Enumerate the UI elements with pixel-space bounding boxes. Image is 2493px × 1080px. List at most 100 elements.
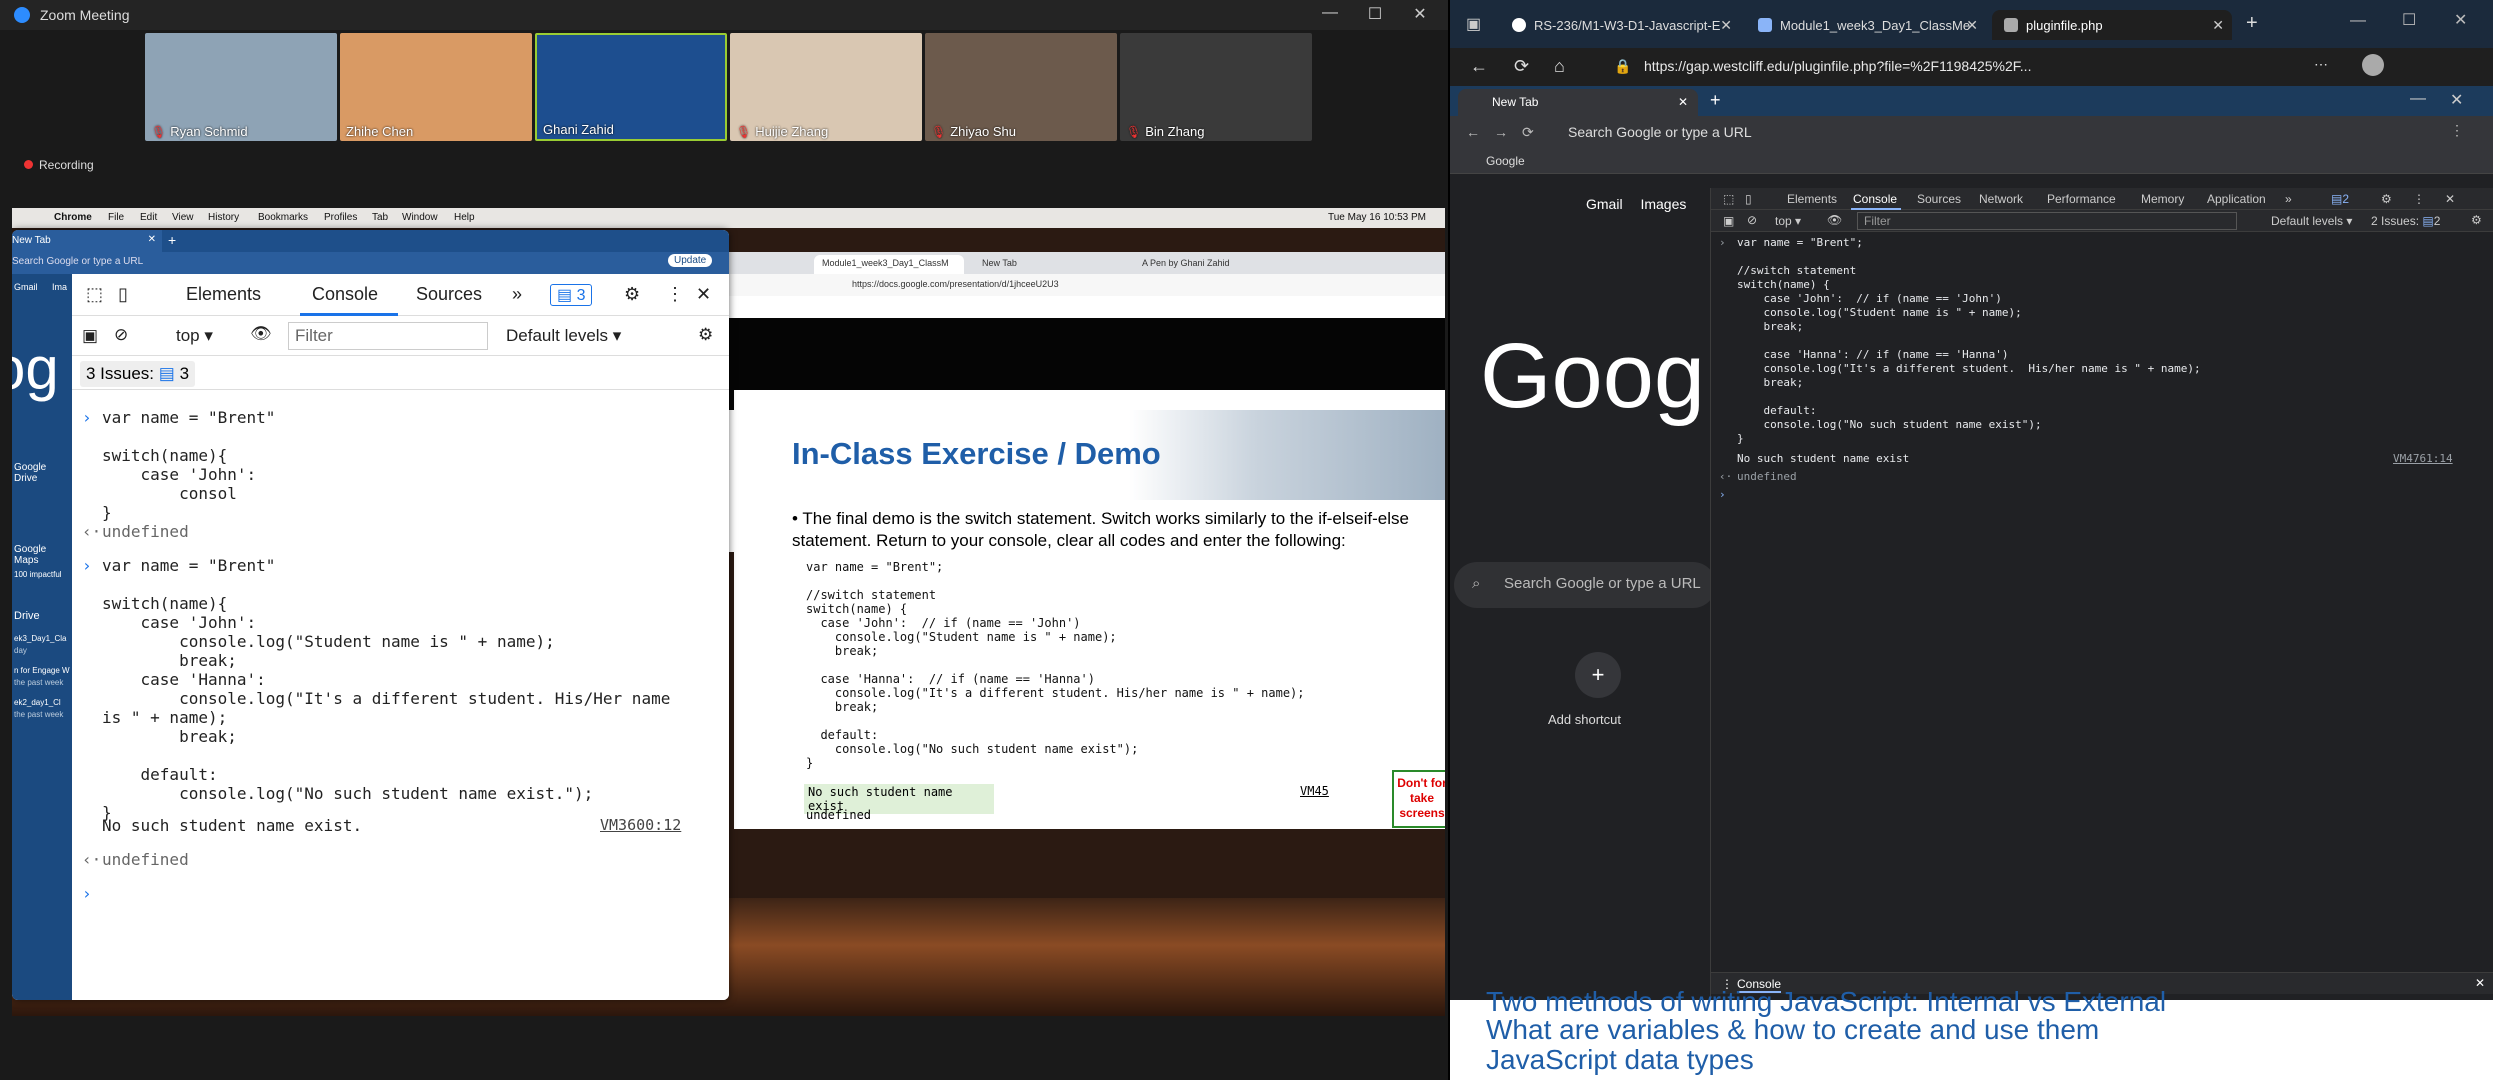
reload-icon[interactable]: ⟳ <box>1522 124 1534 141</box>
back-icon[interactable]: ← <box>1470 56 1488 77</box>
minimize-button[interactable]: — <box>2410 90 2426 108</box>
shortcut-drive[interactable]: Google Drive <box>14 462 72 484</box>
close-button[interactable]: ✕ <box>1400 4 1440 24</box>
reload-icon[interactable]: ⟳ <box>1514 56 1529 77</box>
close-icon[interactable]: ✕ <box>1678 95 1688 109</box>
forward-icon[interactable]: → <box>1494 124 1508 140</box>
new-tab-icon[interactable]: + <box>1710 90 1721 111</box>
tab-performance[interactable]: Performance <box>2047 192 2116 206</box>
settings-gear-icon[interactable]: ⚙ <box>2381 192 2392 206</box>
participant-tile[interactable]: 🎙 Ryan Schmid <box>145 33 337 141</box>
levels-select[interactable]: Default levels ▾ <box>2271 214 2352 228</box>
menu-item[interactable]: Chrome <box>54 212 92 223</box>
device-toggle-icon[interactable]: ▯ <box>1745 192 1752 206</box>
menu-item[interactable]: Window <box>402 212 438 223</box>
console-log-source[interactable]: VM4761:14 <box>2393 452 2453 466</box>
menu-item[interactable]: Help <box>454 212 475 223</box>
console-settings-icon[interactable]: ⚙ <box>698 325 713 345</box>
tab-new-tab[interactable]: New Tab ✕ <box>1458 89 1698 116</box>
levels-select[interactable]: Default levels ▾ <box>506 326 621 346</box>
menu-item[interactable]: Edit <box>140 212 157 223</box>
menu-item[interactable]: Profiles <box>324 212 357 223</box>
menu-item[interactable]: Tab <box>372 212 388 223</box>
back-icon[interactable]: ← <box>1466 124 1480 140</box>
shortcut-maps[interactable]: Google Maps <box>14 544 72 566</box>
eye-icon[interactable]: 👁 <box>1827 213 1842 227</box>
minimize-button[interactable]: — <box>1310 4 1350 22</box>
eye-icon[interactable]: 👁 <box>250 324 272 344</box>
link-images[interactable]: Ima <box>52 282 67 292</box>
context-select[interactable]: top ▾ <box>1775 214 1801 228</box>
console-output[interactable]: › var name = "Brent"; //switch statement… <box>1711 232 2493 972</box>
issues-badge[interactable]: ▤2 <box>2331 192 2349 206</box>
close-window-button[interactable]: ✕ <box>2454 10 2467 30</box>
console-prompt[interactable]: › <box>82 884 92 903</box>
settings-gear-icon[interactable]: ⚙ <box>624 284 640 305</box>
console-log-source[interactable]: VM3600:12 <box>600 816 681 835</box>
close-icon[interactable]: ✕ <box>148 234 156 245</box>
filter-input[interactable]: Filter <box>288 322 488 350</box>
link-gmail[interactable]: Gmail <box>1586 196 1623 212</box>
tab-console[interactable]: Console <box>1853 192 1897 206</box>
sidebar-toggle-icon[interactable]: ▣ <box>82 326 98 346</box>
home-icon[interactable]: ⌂ <box>1554 56 1565 77</box>
new-tab-icon[interactable]: + <box>168 232 176 248</box>
participant-tile[interactable]: 🎙 Zhiyao Shu <box>925 33 1117 141</box>
more-options-icon[interactable]: ⋮ <box>2450 122 2464 139</box>
issues-badge[interactable]: ▤ 3 <box>550 284 593 306</box>
address-bar[interactable]: https://docs.google.com/presentation/d/1… <box>712 274 1445 296</box>
tab-github[interactable]: RS-236/M1-W3-D1-Javascript-E ✕ <box>1500 10 1740 40</box>
tab-elements[interactable]: Elements <box>186 284 261 305</box>
bookmark-google[interactable]: Google <box>1486 154 1525 168</box>
address-bar[interactable]: Search Google or type a URL <box>1568 124 1752 140</box>
more-tabs-icon[interactable]: » <box>2285 192 2292 206</box>
close-icon[interactable]: ✕ <box>1720 17 1732 34</box>
close-icon[interactable]: ✕ <box>2212 17 2224 34</box>
close-devtools-icon[interactable]: ✕ <box>2445 192 2455 206</box>
participant-tile[interactable]: 🎙 Bin Zhang <box>1120 33 1312 141</box>
device-toggle-icon[interactable]: ▯ <box>118 284 128 305</box>
tab-network[interactable]: Network <box>1979 192 2023 206</box>
tab-console[interactable]: Console <box>312 284 378 305</box>
sidebar-toggle-icon[interactable]: ▣ <box>1723 214 1734 228</box>
drive-file[interactable]: n for Engage W <box>14 666 70 675</box>
maximize-button[interactable]: ☐ <box>2402 10 2416 30</box>
more-options-icon[interactable]: ⋯ <box>2314 56 2328 73</box>
tab-pen[interactable]: A Pen by Ghani Zahid <box>1134 255 1284 274</box>
clear-console-icon[interactable]: ⊘ <box>1747 213 1757 227</box>
filter-input[interactable]: Filter <box>1857 212 2237 230</box>
more-tabs-icon[interactable]: » <box>512 284 522 305</box>
participant-tile[interactable]: 🎙 Huijie Zhang <box>730 33 922 141</box>
close-devtools-icon[interactable]: ✕ <box>696 284 711 305</box>
drive-file[interactable]: ek3_Day1_Cla <box>14 634 66 643</box>
context-select[interactable]: top ▾ <box>176 326 213 346</box>
drive-file[interactable]: ek2_day1_Cl <box>14 698 61 707</box>
participant-tile[interactable]: Zhihe Chen <box>340 33 532 141</box>
clear-console-icon[interactable]: ⊘ <box>114 325 128 345</box>
tab-module[interactable]: Module1_week3_Day1_ClassMe ✕ <box>1746 10 1986 40</box>
link-gmail[interactable]: Gmail <box>14 282 38 292</box>
console-settings-icon[interactable]: ⚙ <box>2471 213 2482 227</box>
tab-pluginfile[interactable]: pluginfile.php ✕ <box>1992 10 2232 40</box>
tab-sources[interactable]: Sources <box>416 284 482 305</box>
link-images[interactable]: Images <box>1640 196 1686 212</box>
close-drawer-icon[interactable]: ✕ <box>2475 976 2485 990</box>
maximize-button[interactable]: ☐ <box>1355 4 1395 24</box>
issues-pill[interactable]: 3 Issues: ▤ 3 <box>80 361 196 387</box>
menu-item[interactable]: History <box>208 212 239 223</box>
update-button[interactable]: Update <box>668 254 713 267</box>
menu-item[interactable]: File <box>108 212 124 223</box>
more-options-icon[interactable]: ⋮ <box>666 284 684 305</box>
inspect-icon[interactable]: ⬚ <box>1723 192 1734 206</box>
tab-sources[interactable]: Sources <box>1917 192 1961 206</box>
tab-elements[interactable]: Elements <box>1787 192 1837 206</box>
tab-actions-icon[interactable]: ▣ <box>1466 14 1481 34</box>
menu-item[interactable]: View <box>172 212 194 223</box>
avatar[interactable] <box>2362 54 2384 76</box>
more-options-icon[interactable]: ⋮ <box>2413 192 2425 206</box>
inspect-icon[interactable]: ⬚ <box>86 284 103 305</box>
close-window-button[interactable]: ✕ <box>2450 90 2463 110</box>
address-bar[interactable]: https://gap.westcliff.edu/pluginfile.php… <box>1644 58 2031 74</box>
tab-new[interactable]: New Tab <box>974 255 1124 274</box>
shortcut-label[interactable]: 100 impactful <box>14 570 62 579</box>
